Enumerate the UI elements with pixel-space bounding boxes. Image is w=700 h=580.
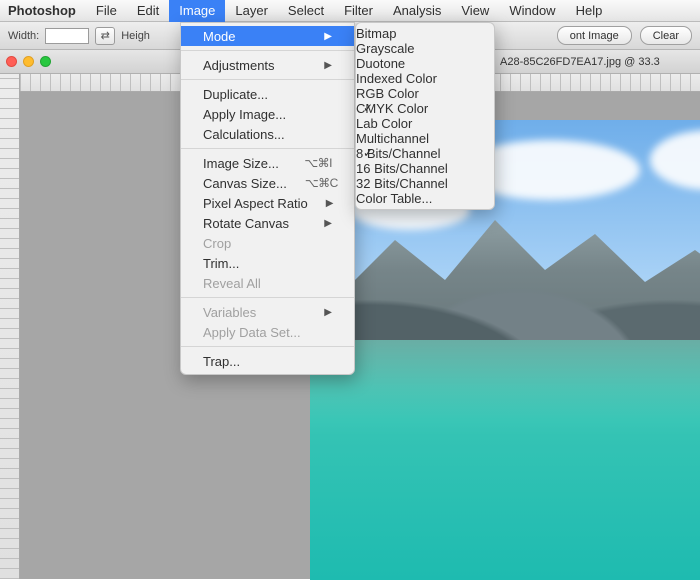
menu-item-label: 32 Bits/Channel [356,176,448,191]
link-w-h-icon[interactable]: ⇄ [95,27,115,45]
menu-edit[interactable]: Edit [127,0,169,22]
image-menu-item-pixel-aspect-ratio[interactable]: Pixel Aspect Ratio ▶ [181,193,354,213]
menu-item-label: Calculations... [203,127,285,142]
menu-select[interactable]: Select [278,0,334,22]
menu-view[interactable]: View [451,0,499,22]
app-name: Photoshop [8,3,76,18]
menu-item-label: Trap... [203,354,240,369]
menu-item-label: Mode [203,29,236,44]
menu-item-label: Multichannel [356,131,429,146]
image-menu-item-canvas-size[interactable]: Canvas Size... ⌥⌘C [181,173,354,193]
menu-item-label: Indexed Color [356,71,437,86]
image-menu-item-mode[interactable]: Mode ▶ [181,26,354,46]
menu-help[interactable]: Help [566,0,613,22]
menu-item-label: Image Size... [203,156,279,171]
document-title: A28-85C26FD7EA17.jpg @ 33.3 [500,56,660,68]
close-window-icon[interactable] [6,56,17,67]
image-menu-item-image-size[interactable]: Image Size... ⌥⌘I [181,153,354,173]
menu-item-label: Pixel Aspect Ratio [203,196,308,211]
menu-item-label: Trim... [203,256,239,271]
menu-analysis[interactable]: Analysis [383,0,451,22]
image-menu-item-reveal-all: Reveal All [181,273,354,293]
menu-item-label: RGB Color [356,86,419,101]
photo-lake [310,340,700,580]
menu-item-label: Reveal All [203,276,261,291]
clear-button[interactable]: Clear [640,26,692,45]
menu-item-label: Color Table... [356,191,432,206]
image-menu-dropdown: Mode ▶ Adjustments ▶ Duplicate... Apply Image… [180,22,355,375]
mode-submenu-item-cmyk-color[interactable]: ✓CMYK Color [356,101,494,116]
submenu-arrow-icon: ▶ [324,31,332,42]
photo-reflection [310,340,700,420]
image-menu-separator [181,346,354,347]
image-menu-item-duplicate[interactable]: Duplicate... [181,84,354,104]
mode-submenu-item-bitmap: Bitmap [356,26,494,41]
check-icon: ✓ [363,146,373,160]
image-menu-item-adjustments[interactable]: Adjustments ▶ [181,55,354,75]
menubar: Photoshop File Edit Image Layer Select F… [0,0,700,22]
image-menu-item-rotate-canvas[interactable]: Rotate Canvas ▶ [181,213,354,233]
mode-submenu-item-lab-color[interactable]: Lab Color [356,116,494,131]
menu-item-label: Canvas Size... [203,176,287,191]
height-label: Heigh [121,30,150,42]
shortcut-label: ⌥⌘I [304,156,332,170]
menu-layer[interactable]: Layer [225,0,278,22]
window-controls [6,56,51,67]
menu-item-label: Bitmap [356,26,396,41]
width-label: Width: [8,30,39,42]
image-menu-item-apply-data-set: Apply Data Set... [181,322,354,342]
mode-submenu-item-indexed-color: Indexed Color [356,71,494,86]
zoom-window-icon[interactable] [40,56,51,67]
width-input[interactable] [45,28,89,44]
mode-submenu-item-8-bits-channel[interactable]: ✓8 Bits/Channel [356,146,494,161]
mode-submenu-item-32-bits-channel: 32 Bits/Channel [356,176,494,191]
menu-item-label: 16 Bits/Channel [356,161,448,176]
menu-file[interactable]: File [86,0,127,22]
menu-item-label: Rotate Canvas [203,216,289,231]
image-menu-separator [181,79,354,80]
menu-item-label: Apply Image... [203,107,286,122]
submenu-arrow-icon: ▶ [324,60,332,71]
menu-item-label: Lab Color [356,116,412,131]
ruler-vertical [0,74,20,579]
mode-submenu-item-grayscale[interactable]: Grayscale [356,41,494,56]
mode-submenu-item-rgb-color[interactable]: RGB Color [356,86,494,101]
mode-submenu-item-color-table: Color Table... [356,191,494,206]
mode-submenu: BitmapGrayscaleDuotoneIndexed ColorRGB C… [355,22,495,210]
shortcut-label: ⌥⌘C [305,176,338,190]
menu-item-label: Grayscale [356,41,415,56]
check-icon: ✓ [363,101,373,115]
image-menu-separator [181,148,354,149]
menu-item-label: Crop [203,236,231,251]
front-image-button[interactable]: ont Image [557,26,632,45]
mode-submenu-item-16-bits-channel[interactable]: 16 Bits/Channel [356,161,494,176]
image-menu-item-crop: Crop [181,233,354,253]
menu-item-label: Duotone [356,56,405,71]
menu-item-label: Adjustments [203,58,275,73]
image-menu-separator [181,297,354,298]
mode-submenu-item-duotone: Duotone [356,56,494,71]
submenu-arrow-icon: ▶ [324,218,332,229]
menu-item-label: Apply Data Set... [203,325,301,340]
menu-image[interactable]: Image [169,0,225,22]
submenu-arrow-icon: ▶ [326,198,334,209]
menu-window[interactable]: Window [499,0,565,22]
menu-item-label: Duplicate... [203,87,268,102]
menu-item-label: Variables [203,305,256,320]
submenu-arrow-icon: ▶ [324,307,332,318]
minimize-window-icon[interactable] [23,56,34,67]
menu-filter[interactable]: Filter [334,0,383,22]
image-menu-item-trap[interactable]: Trap... [181,351,354,371]
image-menu-item-apply-image[interactable]: Apply Image... [181,104,354,124]
image-menu-item-variables: Variables ▶ [181,302,354,322]
image-menu-item-trim[interactable]: Trim... [181,253,354,273]
image-menu-item-calculations[interactable]: Calculations... [181,124,354,144]
image-menu-separator [181,50,354,51]
mode-submenu-item-multichannel[interactable]: Multichannel [356,131,494,146]
